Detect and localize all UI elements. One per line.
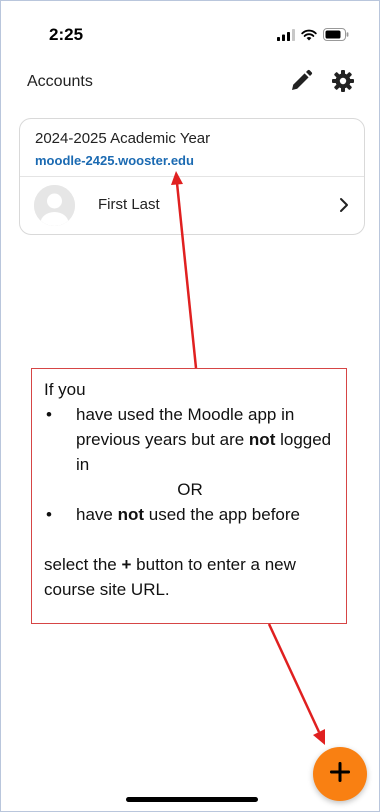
user-name: First Last (98, 196, 160, 213)
signal-icon (277, 28, 295, 46)
chevron-right-icon (334, 195, 354, 215)
instruction-callout: If you • have used the Moodle app in prev… (31, 368, 347, 624)
bullet-2-text: have (76, 505, 118, 524)
closing-emphasis: + (121, 555, 132, 574)
status-icons (277, 28, 349, 46)
callout-intro: If you (44, 380, 86, 399)
status-bar: 2:25 (1, 1, 379, 59)
wifi-icon (301, 28, 317, 46)
edit-button[interactable] (285, 67, 317, 99)
bullet-icon: • (46, 505, 52, 524)
battery-icon (323, 28, 349, 46)
callout-or: OR (177, 480, 203, 499)
page-title: Accounts (27, 73, 93, 90)
status-time: 2:25 (49, 25, 84, 44)
header: Accounts (1, 59, 379, 105)
bullet-icon: • (46, 405, 52, 424)
site-url: moodle-2425.wooster.edu (35, 153, 194, 168)
callout-closing: select the + button to enter a new cours… (44, 552, 336, 602)
closing-text: select the (44, 555, 122, 574)
gear-icon (331, 69, 355, 98)
bullet-2-emphasis: not (117, 505, 145, 524)
phone-screen: 2:25 Accounts 2024-2025 Academic Year mo… (0, 0, 380, 812)
bullet-1-emphasis: not (248, 430, 276, 449)
callout-spacer (44, 527, 336, 552)
site-name: 2024-2025 Academic Year (35, 130, 211, 147)
plus-icon (329, 761, 351, 788)
avatar (34, 185, 75, 226)
pencil-icon (289, 69, 313, 98)
settings-button[interactable] (327, 67, 359, 99)
callout-bullet-1: • have used the Moodle app in previous ye… (44, 402, 336, 477)
account-card: 2024-2025 Academic Year moodle-2425.woos… (19, 118, 365, 235)
add-site-button[interactable] (313, 747, 367, 801)
arrow-to-add-button (267, 623, 321, 733)
callout-bullet-2: • have not used the app before (44, 502, 336, 527)
account-user-row[interactable]: First Last (20, 177, 364, 234)
bullet-2-text-end: used the app before (144, 505, 300, 524)
home-indicator (126, 797, 258, 802)
arrow-head-down-icon (313, 729, 325, 745)
